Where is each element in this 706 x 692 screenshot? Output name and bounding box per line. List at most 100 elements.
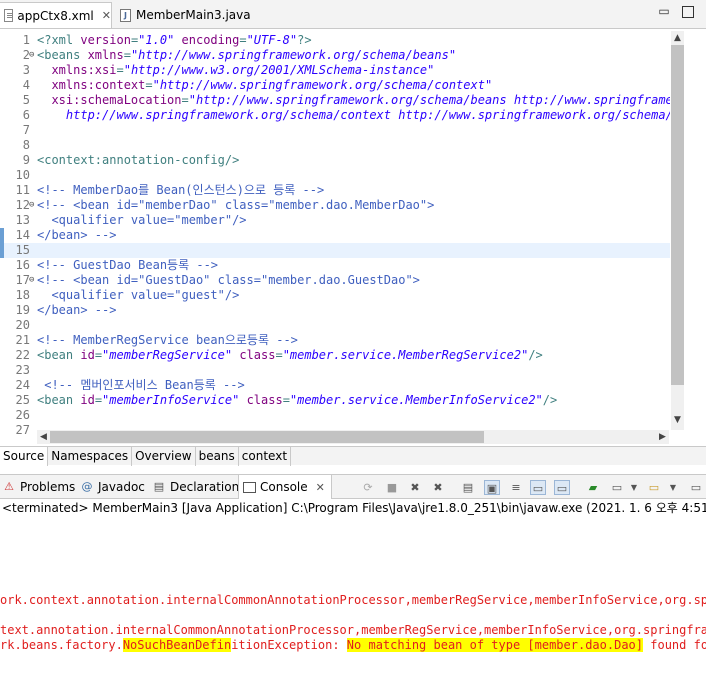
code-token: <qualifier value="member"/>: [37, 213, 247, 227]
tab-overview[interactable]: Overview: [132, 447, 196, 466]
code-text: <qualifier value="member"/>: [37, 213, 247, 228]
code-line[interactable]: 25 <bean id="memberInfoService" class="me…: [0, 393, 670, 408]
fold-toggle-icon[interactable]: ⊖: [29, 48, 36, 63]
highlighted-text: NoSuchBeanDefin: [122, 638, 232, 652]
chevron-down-icon[interactable]: ▼: [626, 480, 642, 495]
minimize-icon[interactable]: ▭: [688, 480, 704, 495]
code-line[interactable]: 11 <!-- MemberDao를 Bean(인스턴스)으로 등록 -->: [0, 183, 670, 198]
line-number: 22: [15, 348, 30, 362]
open-console-icon[interactable]: ▭: [646, 480, 662, 495]
display-console-icon[interactable]: ▭: [609, 480, 625, 495]
scroll-down-icon[interactable]: ▼: [671, 413, 684, 427]
xml-editor[interactable]: 1 <?xml version="1.0" encoding="UTF-8"?> 2…: [0, 29, 706, 459]
code-line[interactable]: 7: [0, 123, 670, 138]
tab-javadoc[interactable]: @ Javadoc: [80, 475, 145, 499]
code-token: <bean: [37, 393, 81, 407]
code-token: "memberRegService": [102, 348, 233, 362]
code-text: <!-- <bean id="GuestDao" class="member.d…: [37, 273, 420, 288]
tab-membermain3-java[interactable]: J MemberMain3.java: [116, 2, 251, 28]
scroll-lock-icon[interactable]: ▣: [484, 480, 500, 495]
line-number: 5: [22, 93, 30, 107]
code-line[interactable]: 12 ⊖ <!-- <bean id="memberDao" class="memb…: [0, 198, 670, 213]
remove-launch-icon[interactable]: ✖: [407, 480, 423, 495]
code-line[interactable]: 6 http://www.springframework.org/schema/…: [0, 108, 670, 123]
line-number: 9: [22, 153, 30, 167]
fold-toggle-icon[interactable]: ⊖: [29, 198, 36, 213]
code-line[interactable]: 15: [0, 243, 670, 258]
code-line[interactable]: 14 </bean> -->: [0, 228, 670, 243]
code-token: <beans: [37, 48, 88, 62]
scroll-left-icon[interactable]: ◀: [37, 430, 50, 444]
close-icon[interactable]: ✕: [102, 9, 111, 22]
code-line[interactable]: 5 xsi:schemaLocation="http://www.springf…: [0, 93, 670, 108]
line-number: 25: [15, 393, 30, 407]
code-token: =: [275, 348, 283, 362]
code-line[interactable]: 2 ⊖ <beans xmlns="http://www.springframewo…: [0, 48, 670, 63]
code-line[interactable]: 1 <?xml version="1.0" encoding="UTF-8"?>: [0, 33, 670, 48]
vertical-scroll-thumb[interactable]: [671, 45, 684, 385]
line-number: 17: [15, 273, 30, 287]
code-token: <!-- MemberDao를 Bean(인스턴스)으로 등록 -->: [37, 183, 325, 197]
code-line[interactable]: 13 <qualifier value="member"/>: [0, 213, 670, 228]
close-icon[interactable]: ✕: [316, 481, 325, 494]
console-text: ork.context.annotation.internalCommonAnn…: [0, 593, 706, 607]
editor-page-tabs: Source Namespaces Overview beans context: [0, 446, 706, 466]
code-line[interactable]: 10: [0, 168, 670, 183]
tab-label: appCtx8.xml: [17, 8, 94, 23]
highlighted-text: No matching bean of type [member.dao.Dao…: [346, 638, 644, 652]
clear-console-icon[interactable]: ▤: [460, 480, 476, 495]
word-wrap-icon[interactable]: ≡: [508, 480, 524, 495]
tab-namespaces[interactable]: Namespaces: [48, 447, 133, 466]
chevron-down-icon[interactable]: ▼: [665, 480, 681, 495]
code-token: xmlns:context: [51, 78, 146, 92]
horizontal-scroll-thumb[interactable]: [50, 431, 484, 443]
scroll-up-icon[interactable]: ▲: [671, 31, 684, 45]
pin-icon[interactable]: ⟳: [360, 480, 376, 495]
code-line[interactable]: 22 <bean id="memberRegService" class="mem…: [0, 348, 670, 363]
code-line[interactable]: 4 xmlns:context="http://www.springframew…: [0, 78, 670, 93]
xml-file-icon: [4, 9, 14, 22]
pin-console-icon[interactable]: ▰: [585, 480, 601, 495]
tab-source[interactable]: Source: [0, 447, 49, 466]
code-line[interactable]: 20: [0, 318, 670, 333]
maximize-icon[interactable]: [682, 6, 694, 18]
horizontal-scrollbar[interactable]: [37, 430, 669, 444]
show-on-stderr-icon[interactable]: ▭: [554, 480, 570, 495]
tab-context[interactable]: context: [239, 447, 292, 466]
code-line[interactable]: 26: [0, 408, 670, 423]
code-line[interactable]: 23: [0, 363, 670, 378]
code-token: http://www.springframework.org/schema/co…: [65, 108, 670, 122]
code-line[interactable]: 9 <context:annotation-config/>: [0, 153, 670, 168]
editor-tab-bar: appCtx8.xml ✕ J MemberMain3.java ▭: [0, 0, 706, 29]
code-line[interactable]: 21 <!-- MemberRegService bean으로등록 -->: [0, 333, 670, 348]
line-number: 3: [22, 63, 30, 77]
code-line[interactable]: 18 <qualifier value="guest"/>: [0, 288, 670, 303]
tab-problems[interactable]: ⚠ Problems: [2, 475, 75, 499]
remove-all-icon[interactable]: ✖: [430, 480, 446, 495]
tab-console[interactable]: Console ✕: [238, 475, 332, 499]
code-token: =: [145, 78, 153, 92]
line-number: 12: [15, 198, 30, 212]
code-line[interactable]: 16 <!-- GuestDao Bean등록 -->: [0, 258, 670, 273]
tab-declaration[interactable]: ▤ Declaration: [152, 475, 239, 499]
code-token: id: [80, 393, 95, 407]
code-line[interactable]: 24 <!-- 멤버인포서비스 Bean등록 -->: [0, 378, 670, 393]
fold-toggle-icon[interactable]: ⊖: [29, 273, 36, 288]
tab-label: Javadoc: [98, 480, 145, 494]
scroll-right-icon[interactable]: ▶: [656, 430, 669, 444]
code-line[interactable]: 19 </bean> -->: [0, 303, 670, 318]
minimize-icon[interactable]: ▭: [658, 5, 670, 18]
console-output[interactable]: ork.context.annotation.internalCommonAnn…: [0, 517, 706, 692]
line-number: 15: [15, 243, 30, 257]
vertical-scrollbar[interactable]: [671, 31, 684, 430]
code-line[interactable]: 8: [0, 138, 670, 153]
tab-appctx8-xml[interactable]: appCtx8.xml ✕: [0, 2, 112, 28]
tab-beans[interactable]: beans: [196, 447, 239, 466]
code-token: =: [116, 63, 124, 77]
terminate-icon[interactable]: ■: [384, 480, 400, 495]
show-on-stdout-icon[interactable]: ▭: [530, 480, 546, 495]
code-line[interactable]: 17 ⊖ <!-- <bean id="GuestDao" class="membe…: [0, 273, 670, 288]
code-line[interactable]: 3 xmlns:xsi="http://www.w3.org/2001/XMLS…: [0, 63, 670, 78]
